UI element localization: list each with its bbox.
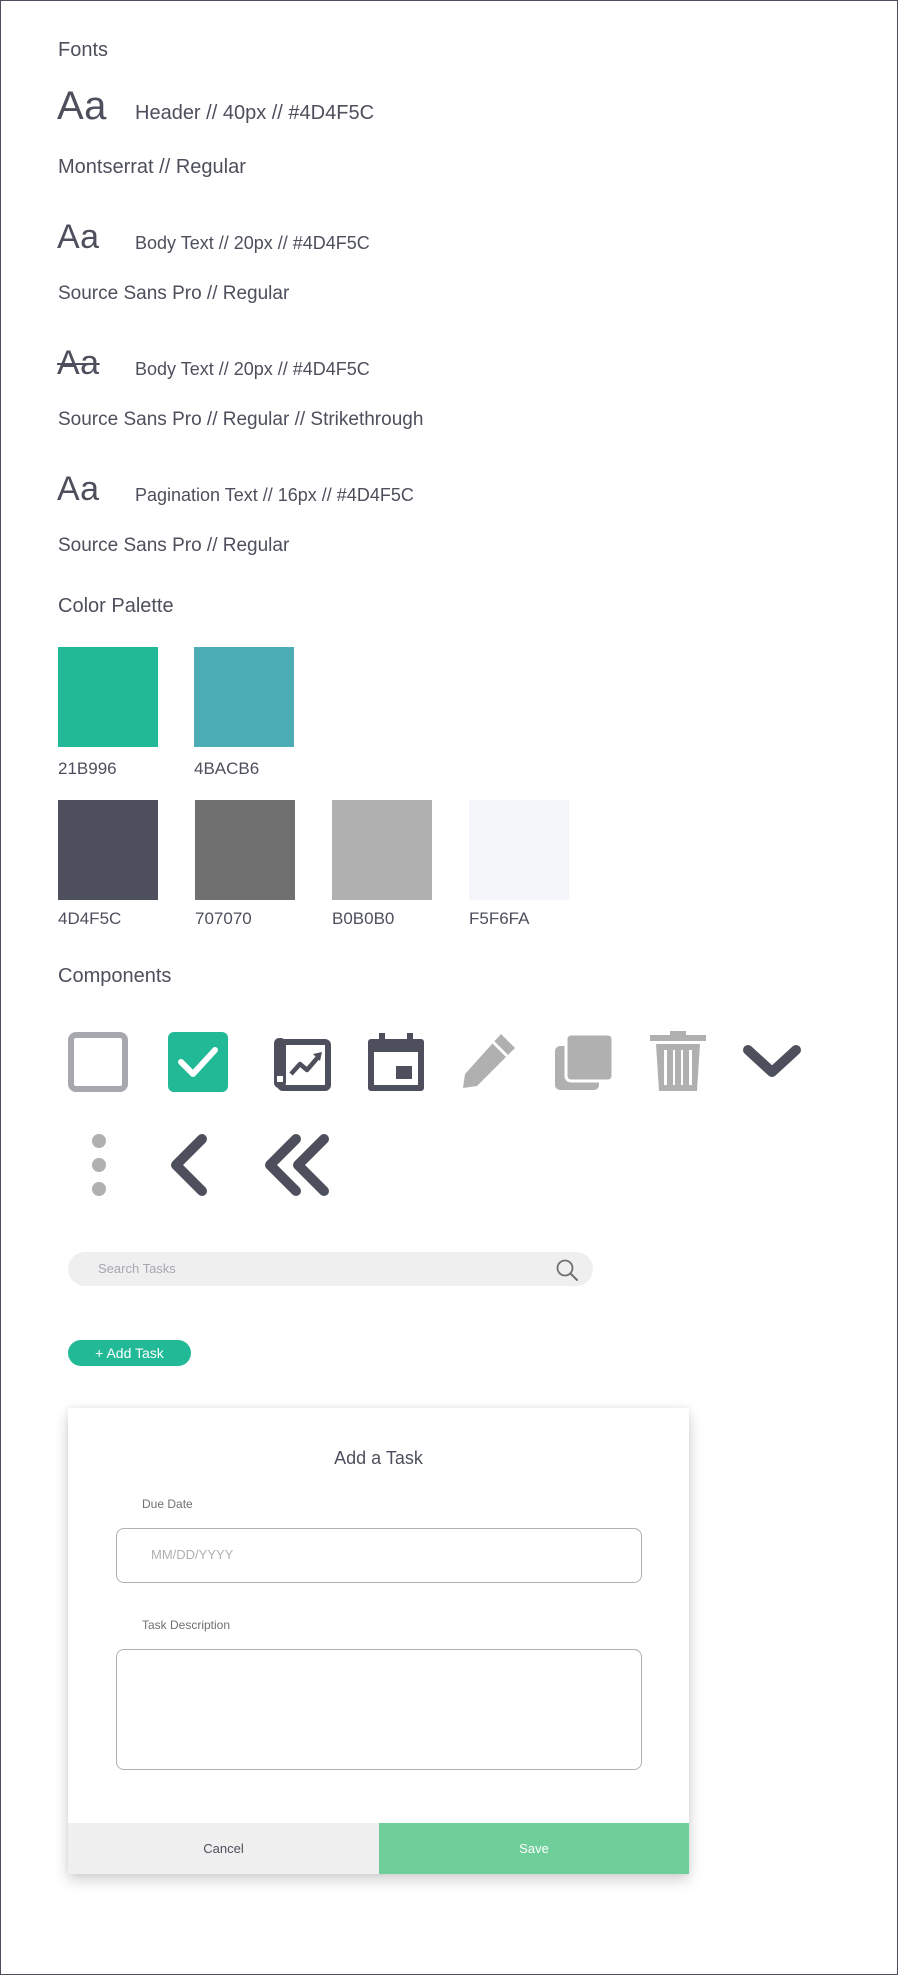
checkbox-empty-icon[interactable] (66, 1030, 130, 1094)
due-date-field[interactable]: MM/DD/YYYY (116, 1528, 642, 1583)
swatch-label: B0B0B0 (332, 909, 395, 928)
strikethrough-font-family: Source Sans Pro // Regular // Strikethro… (58, 409, 424, 430)
due-date-label: Due Date (142, 1497, 193, 1511)
swatch-label: 4BACB6 (194, 759, 260, 778)
swatch-label: 21B996 (58, 759, 117, 778)
pagination-font-sample: Aa (57, 470, 100, 508)
swatch-4d4f5c (58, 800, 158, 900)
swatch-label: F5F6FA (469, 909, 530, 928)
search-input[interactable]: Search Tasks (98, 1261, 176, 1276)
modal-title: Add a Task (334, 1448, 423, 1468)
header-font-family: Montserrat // Regular (58, 156, 246, 178)
body-font-spec: Body Text // 20px // #4D4F5C (135, 233, 370, 253)
swatch-707070 (195, 800, 295, 900)
cancel-button[interactable]: Cancel (68, 1823, 379, 1874)
checkbox-checked-icon[interactable] (166, 1030, 230, 1094)
task-description-label: Task Description (142, 1618, 231, 1632)
swatch-f5f6fa (469, 800, 569, 900)
fonts-section-title: Fonts (58, 39, 109, 61)
palette-section-title: Color Palette (58, 595, 174, 617)
search-icon[interactable] (555, 1258, 579, 1282)
strikethrough-font-sample: Aa (57, 344, 100, 382)
pencil-icon[interactable] (457, 1030, 521, 1094)
swatch-label: 707070 (195, 909, 252, 928)
swatch-b0b0b0 (332, 800, 432, 900)
add-task-button[interactable]: + Add Task (68, 1340, 191, 1366)
chevron-down-icon[interactable] (740, 1030, 804, 1094)
chevron-left-icon[interactable] (158, 1133, 222, 1197)
swatch-label: 4D4F5C (58, 909, 122, 928)
body-font-sample: Aa (57, 218, 100, 256)
copy-icon[interactable] (551, 1030, 615, 1094)
search-bar[interactable]: Search Tasks (68, 1252, 593, 1286)
task-description-field[interactable] (116, 1649, 642, 1770)
calendar-icon[interactable] (364, 1030, 428, 1094)
kebab-menu-icon[interactable] (66, 1133, 130, 1197)
components-section-title: Components (58, 965, 172, 987)
swatch-21b996 (58, 647, 158, 747)
swatch-4bacb6 (194, 647, 294, 747)
double-chevron-left-icon[interactable] (262, 1133, 342, 1197)
pagination-font-family: Source Sans Pro // Regular (58, 535, 290, 556)
trash-icon[interactable] (646, 1030, 710, 1094)
add-task-modal: Add a Task Due Date MM/DD/YYYY Task Desc… (68, 1408, 689, 1874)
save-button[interactable]: Save (379, 1823, 689, 1874)
pagination-font-spec: Pagination Text // 16px // #4D4F5C (135, 485, 414, 505)
header-font-spec: Header // 40px // #4D4F5C (135, 102, 375, 124)
due-date-placeholder: MM/DD/YYYY (151, 1547, 234, 1562)
strikethrough-font-spec: Body Text // 20px // #4D4F5C (135, 359, 370, 379)
project-chart-icon[interactable] (269, 1030, 333, 1094)
body-font-family: Source Sans Pro // Regular (58, 283, 290, 304)
header-font-sample: Aa (57, 84, 107, 128)
